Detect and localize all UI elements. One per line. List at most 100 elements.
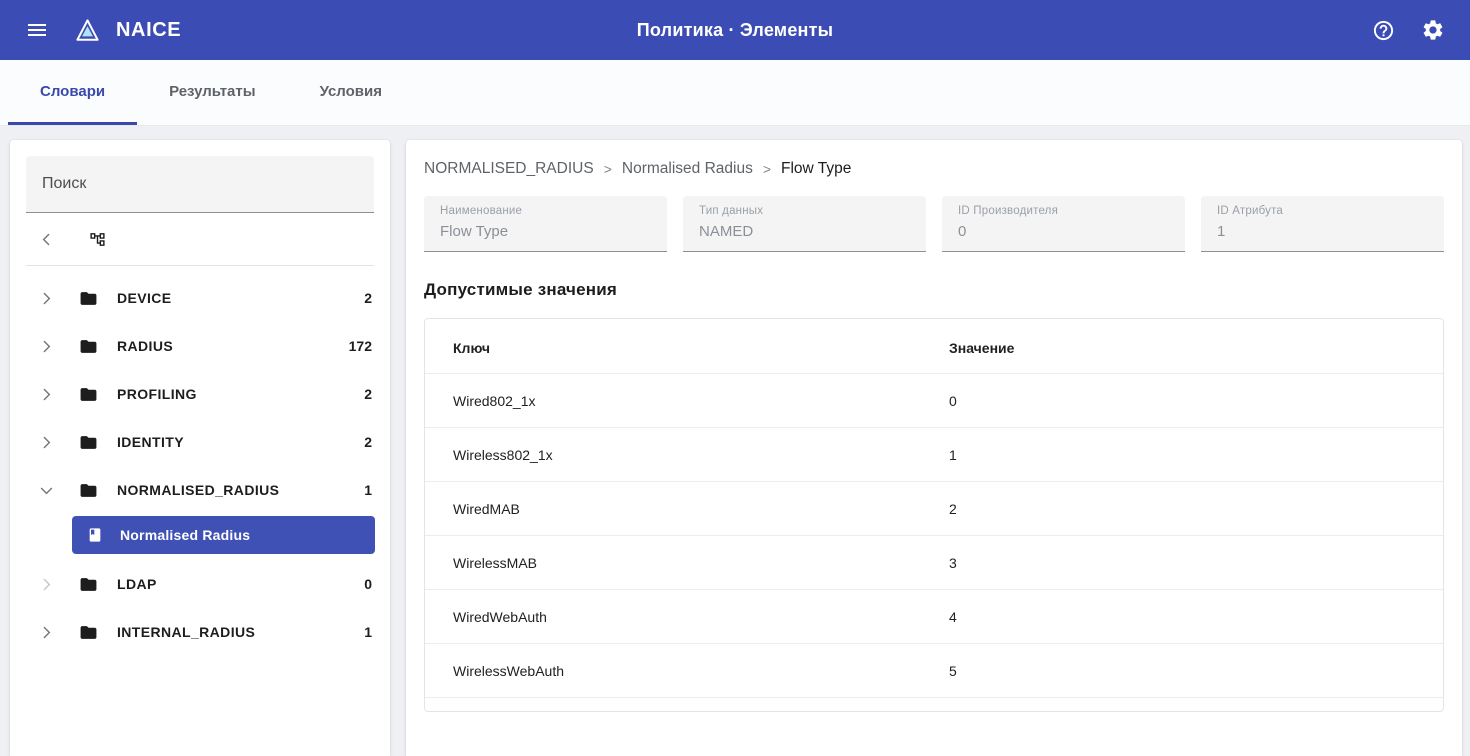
app-bar-right: [1364, 11, 1452, 49]
chevron-right-icon[interactable]: [38, 290, 55, 307]
tree-item-count: 2: [364, 434, 372, 450]
breadcrumb-item-flow-type: Flow Type: [781, 160, 851, 178]
tree-item-count: 1: [364, 482, 372, 498]
table-cell-value: 0: [949, 374, 1443, 427]
folder-icon: [79, 481, 98, 500]
chevron-down-icon[interactable]: [38, 482, 55, 499]
help-button[interactable]: [1364, 11, 1402, 49]
tab-conditions[interactable]: Условия: [288, 60, 414, 125]
main-layout: DEVICE 2 RADIUS 172 PROFILING 2 IDENTITY 2 NORMA…: [0, 126, 1470, 756]
account-tree-icon: [89, 231, 106, 248]
tree-item-identity[interactable]: IDENTITY 2: [10, 418, 390, 466]
table-row: WirelessMAB3: [425, 536, 1443, 590]
table-cell-key: Wired802_1x: [425, 374, 949, 427]
tree-toolbar: [10, 213, 390, 265]
table-row: Wireless802_1x1: [425, 428, 1443, 482]
tree-item-normalised-radius[interactable]: Normalised Radius: [72, 516, 375, 554]
field-label: ID Производителя: [958, 205, 1169, 217]
breadcrumb-separator: >: [763, 161, 771, 177]
collapse-panel-button[interactable]: [38, 231, 55, 248]
tree-item-count: 0: [364, 576, 372, 592]
tree-view-button[interactable]: [89, 231, 106, 248]
sidebar-card: DEVICE 2 RADIUS 172 PROFILING 2 IDENTITY 2 NORMA…: [10, 140, 390, 756]
tree-item-count: 2: [364, 386, 372, 402]
breadcrumb-item-normalised-radius[interactable]: NORMALISED_RADIUS: [424, 160, 594, 178]
field-label: ID Атрибута: [1217, 205, 1428, 217]
breadcrumb-item-normalised-radius[interactable]: Normalised Radius: [622, 160, 753, 178]
document-icon: [87, 527, 103, 543]
tree-item-ldap[interactable]: LDAP 0: [10, 560, 390, 608]
gear-icon: [1421, 18, 1445, 42]
chevron-right-icon[interactable]: [38, 624, 55, 641]
tree-item-device[interactable]: DEVICE 2: [10, 274, 390, 322]
tree-item-normalised-radius[interactable]: NORMALISED_RADIUS 1: [10, 466, 390, 514]
field-label: Наименование: [440, 205, 651, 217]
tree-item-count: 1: [364, 624, 372, 640]
table-cell-value: 3: [949, 536, 1443, 589]
tree-item-label: PROFILING: [117, 386, 197, 402]
page-title: Политика · Элементы: [637, 20, 833, 41]
breadcrumb-separator: >: [604, 161, 612, 177]
menu-button[interactable]: [18, 11, 56, 49]
table-cell-value: 5: [949, 644, 1443, 697]
table-header-cell: Ключ: [425, 319, 949, 373]
folder-icon: [79, 623, 98, 642]
breadcrumb: NORMALISED_RADIUS > Normalised Radius > Flow…: [424, 160, 1444, 178]
tab-bar: СловариРезультатыУсловия: [0, 60, 1470, 126]
readonly-field-id-производителя: ID Производителя 0: [942, 196, 1185, 252]
table-cell-key: WiredWebAuth: [425, 590, 949, 643]
naice-logo: [70, 13, 104, 47]
tree-item-label: LDAP: [117, 576, 157, 592]
readonly-field-наименование: Наименование Flow Type: [424, 196, 667, 252]
table-cell-value: 2: [949, 482, 1443, 535]
tree-item-label: RADIUS: [117, 338, 173, 354]
chevron-right-icon[interactable]: [38, 338, 55, 355]
field-value: 1: [1217, 223, 1428, 240]
app-bar-left: NAICE: [18, 11, 181, 49]
tree: DEVICE 2 RADIUS 172 PROFILING 2 IDENTITY 2 NORMA…: [10, 266, 390, 656]
readonly-field-id-атрибута: ID Атрибута 1: [1201, 196, 1444, 252]
brand-name: NAICE: [116, 19, 181, 42]
table-cell-value: 1: [949, 428, 1443, 481]
settings-button[interactable]: [1414, 11, 1452, 49]
search-input[interactable]: [26, 156, 374, 213]
table-cell-value: 4: [949, 590, 1443, 643]
tab-dictionaries[interactable]: Словари: [8, 60, 137, 125]
tree-item-count: 2: [364, 290, 372, 306]
field-value: NAMED: [699, 223, 910, 240]
tree-item-internal-radius[interactable]: INTERNAL_RADIUS 1: [10, 608, 390, 656]
folder-icon: [79, 433, 98, 452]
table-header-cell: Значение: [949, 319, 1443, 373]
field-value: 0: [958, 223, 1169, 240]
table-row: WirelessWebAuth5: [425, 644, 1443, 698]
table-cell-key: WirelessMAB: [425, 536, 949, 589]
tree-item-label: DEVICE: [117, 290, 172, 306]
table-cell-key: Wireless802_1x: [425, 428, 949, 481]
table-header-row: КлючЗначение: [425, 319, 1443, 374]
folder-icon: [79, 575, 98, 594]
section-title: Допустимые значения: [424, 280, 1444, 300]
attribute-fields: Наименование Flow Type Тип данныхNAMED ID П…: [424, 196, 1444, 252]
folder-icon: [79, 385, 98, 404]
table-row: Wired802_1x0: [425, 374, 1443, 428]
content-card: NORMALISED_RADIUS > Normalised Radius > Flow…: [406, 140, 1462, 756]
chevron-right-icon[interactable]: [38, 576, 55, 593]
tree-item-label: NORMALISED_RADIUS: [117, 482, 279, 498]
tree-item-label: INTERNAL_RADIUS: [117, 624, 255, 640]
folder-icon: [79, 337, 98, 356]
chevron-right-icon[interactable]: [38, 434, 55, 451]
table-row: WiredMAB2: [425, 482, 1443, 536]
chevron-left-icon: [38, 231, 55, 248]
values-table: КлючЗначениеWired802_1x0Wireless802_1x1W…: [424, 318, 1444, 712]
tree-item-count: 172: [349, 338, 372, 354]
field-value: Flow Type: [440, 223, 651, 240]
readonly-field-тип-данных: Тип данныхNAMED: [683, 196, 926, 252]
chevron-right-icon[interactable]: [38, 386, 55, 403]
tab-results[interactable]: Результаты: [137, 60, 287, 125]
tree-item-label: IDENTITY: [117, 434, 184, 450]
tree-item-radius[interactable]: RADIUS 172: [10, 322, 390, 370]
tree-child-label: Normalised Radius: [120, 527, 250, 543]
table-row: WiredWebAuth4: [425, 590, 1443, 644]
table-cell-key: WirelessWebAuth: [425, 644, 949, 697]
tree-item-profiling[interactable]: PROFILING 2: [10, 370, 390, 418]
